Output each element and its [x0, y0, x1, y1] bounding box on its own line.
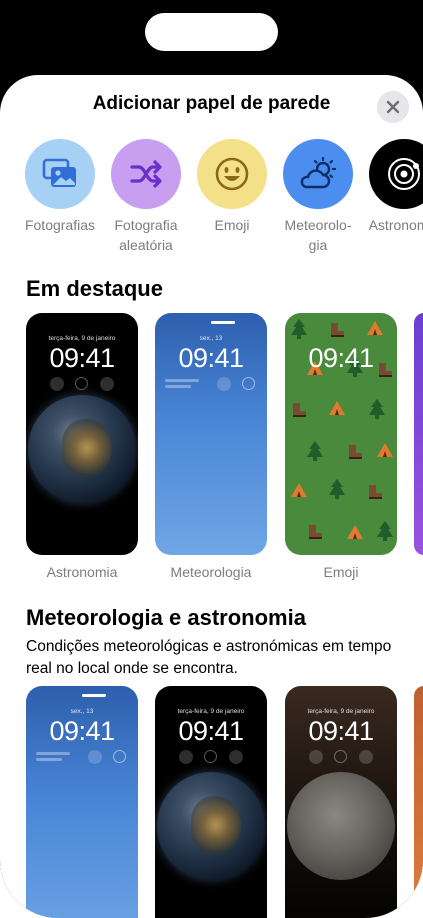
- category-weather[interactable]: Meteorolo- gia: [276, 139, 360, 255]
- wallpaper-card-partial[interactable]: [414, 313, 423, 555]
- widget: [309, 750, 323, 764]
- category-shuffle[interactable]: Fotografia aleatória: [104, 139, 188, 255]
- widget: [113, 750, 126, 763]
- continent-lights: [191, 796, 241, 854]
- card-caption: Meteorologia: [170, 564, 252, 580]
- category-astronomy[interactable]: Astronomia: [362, 139, 423, 235]
- device-frame: Adicionar papel de parede Fotografias Fo…: [0, 0, 423, 918]
- lock-time: 09:41: [308, 343, 374, 373]
- category-label: Astronomia: [368, 217, 423, 233]
- card-caption: Astronomia: [46, 564, 118, 580]
- wallpaper-card-emoji[interactable]: 09:41: [285, 313, 397, 555]
- weather-astronomy-title: Meteorologia e astronomia: [26, 605, 306, 630]
- featured-section-title: Em destaque: [26, 276, 163, 301]
- photos-icon: [42, 158, 76, 187]
- widget: [82, 694, 106, 697]
- add-wallpaper-sheet: Adicionar papel de parede Fotografias Fo…: [0, 75, 423, 918]
- category-label: Fotografia aleatória: [114, 217, 178, 253]
- category-emoji[interactable]: Emoji: [190, 139, 274, 235]
- widget: [50, 377, 64, 391]
- lock-time: 09:41: [49, 343, 115, 373]
- category-label: Fotografias: [24, 217, 96, 233]
- sheet-title: Adicionar papel de parede: [92, 93, 331, 114]
- lock-time: 09:41: [308, 716, 374, 746]
- wallpaper-card-moon[interactable]: terça-feira, 9 de janeiro 09:41: [285, 686, 397, 918]
- widget: [75, 377, 88, 390]
- lock-date: terça-feira, 9 de janeiro: [177, 708, 245, 715]
- widget: [165, 379, 199, 382]
- lock-date: terça-feira, 9 de janeiro: [307, 708, 375, 715]
- continent-lights: [62, 419, 112, 477]
- wallpaper-card-weather[interactable]: sex., 13 09:41: [155, 313, 267, 555]
- lock-time: 09:41: [178, 716, 244, 746]
- shuffle-icon: [130, 160, 162, 188]
- lock-time: 09:41: [178, 343, 244, 373]
- wallpaper-card-partial[interactable]: [414, 686, 423, 918]
- weather-astronomy-description: Condições meteorológicas e astronómicas …: [26, 638, 392, 677]
- wallpaper-card-astronomy[interactable]: terça-feira, 9 de janeiro 09:41: [26, 313, 138, 555]
- widget: [179, 750, 193, 764]
- widget: [217, 377, 231, 391]
- widget: [100, 377, 114, 391]
- dynamic-island: [145, 13, 278, 51]
- widget: [334, 750, 347, 763]
- lock-date: terça-feira, 9 de janeiro: [48, 335, 116, 342]
- widget: [359, 750, 373, 764]
- lock-time: 09:41: [49, 716, 115, 746]
- moon-image: [287, 772, 395, 880]
- category-label: Meteorolo- gia: [284, 217, 352, 253]
- close-button[interactable]: [377, 91, 409, 123]
- widget: [36, 758, 62, 761]
- card-caption: Emoji: [323, 564, 359, 580]
- weather-icon: [300, 156, 337, 189]
- widget: [204, 750, 217, 763]
- wallpaper-card-earth-live[interactable]: terça-feira, 9 de janeiro 09:41: [155, 686, 267, 918]
- lock-date: sex., 13: [70, 708, 94, 715]
- category-photos[interactable]: Fotografias: [18, 139, 102, 235]
- smiley-icon: [215, 157, 249, 191]
- widget: [36, 752, 70, 755]
- widget: [211, 321, 235, 324]
- widget: [88, 750, 102, 764]
- close-icon: [386, 100, 400, 114]
- widget: [165, 385, 191, 388]
- category-label: Emoji: [214, 217, 250, 233]
- widget: [242, 377, 255, 390]
- widget: [229, 750, 243, 764]
- orbit-icon: [388, 158, 420, 190]
- wallpaper-card-weather-live[interactable]: sex., 13 09:41: [26, 686, 138, 918]
- lock-date: sex., 13: [199, 335, 223, 342]
